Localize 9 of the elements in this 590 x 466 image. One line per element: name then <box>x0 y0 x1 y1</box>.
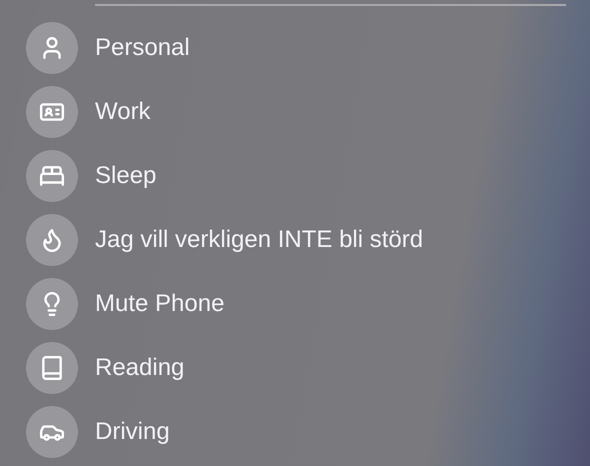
focus-mode-label[interactable]: Jag vill verkligen INTE bli störd <box>95 222 424 258</box>
bed-icon <box>39 163 65 189</box>
focus-mode-label[interactable]: Personal <box>95 30 190 66</box>
focus-mode-label[interactable]: Driving <box>95 414 170 450</box>
focus-mode-label[interactable]: Work <box>95 94 151 130</box>
book-icon <box>39 355 65 381</box>
focus-mode-label[interactable]: Mute Phone <box>95 286 224 322</box>
focus-mode-label[interactable]: Reading <box>95 350 184 386</box>
focus-mode-label[interactable]: Sleep <box>95 158 156 194</box>
